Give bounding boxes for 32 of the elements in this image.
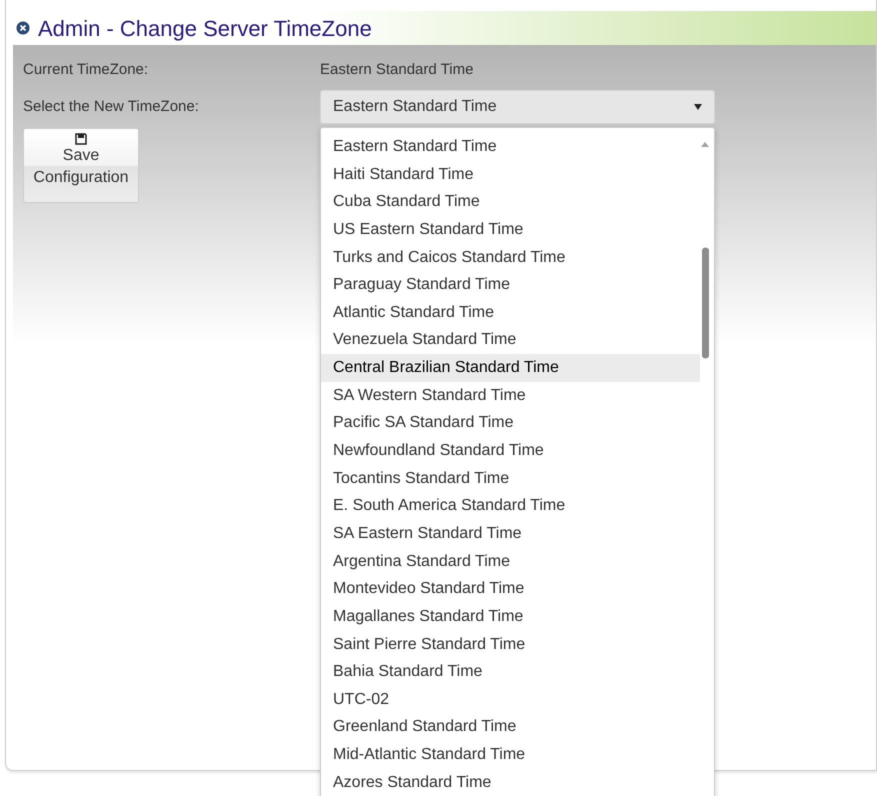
dropdown-option[interactable]: Newfoundland Standard Time [321, 437, 700, 465]
dropdown-option[interactable]: SA Western Standard Time [321, 382, 700, 410]
dropdown-option[interactable]: Haiti Standard Time [321, 160, 700, 188]
dropdown-option[interactable]: Paraguay Standard Time [321, 271, 700, 299]
timezone-select[interactable]: Eastern Standard Time [320, 90, 715, 124]
dropdown-option[interactable]: Azores Standard Time [321, 768, 700, 796]
dropdown-option[interactable]: Greenland Standard Time [321, 713, 700, 742]
dropdown-option[interactable]: E. South America Standard Time [321, 492, 700, 520]
dropdown-option[interactable]: Bahia Standard Time [321, 658, 700, 686]
dropdown-option[interactable]: Argentina Standard Time [321, 548, 700, 576]
dropdown-option[interactable]: Turks and Caicos Standard Time [321, 244, 700, 272]
dropdown-option[interactable]: Magallanes Standard Time [321, 602, 700, 631]
dropdown-option[interactable]: Cuba Standard Time [321, 188, 700, 216]
field-label: Select the New TimeZone: [23, 96, 200, 117]
caret-icon [694, 104, 702, 110]
dropdown-option[interactable]: UTC-02 [321, 686, 700, 714]
dropdown-option[interactable]: Central Brazilian Standard Time [321, 354, 700, 382]
window-title: Admin - Change Server TimeZone [38, 14, 372, 43]
dropdown-option[interactable]: US Eastern Standard Time [321, 216, 700, 244]
dropdown-option[interactable]: Saint Pierre Standard Time [321, 630, 700, 658]
dropdown-option[interactable]: Tocantins Standard Time [321, 464, 700, 492]
field-label: Current TimeZone: [23, 60, 150, 80]
dropdown-option[interactable]: Atlantic Standard Time [321, 298, 700, 326]
dropdown-option[interactable]: SA Eastern Standard Time [321, 520, 700, 548]
field-value: Eastern Standard Time [320, 60, 474, 80]
close-icon[interactable] [16, 21, 30, 35]
dropdown-option[interactable]: Pacific SA Standard Time [321, 409, 700, 438]
dropdown-option[interactable]: Venezuela Standard Time [321, 326, 700, 354]
save-button[interactable]: Save Configuration [23, 128, 139, 203]
dropdown-option[interactable]: Mid-Atlantic Standard Time [321, 741, 700, 769]
dropdown-option[interactable]: Montevideo Standard Time [321, 575, 700, 603]
dropdown-option[interactable]: Eastern Standard Time [321, 133, 700, 161]
